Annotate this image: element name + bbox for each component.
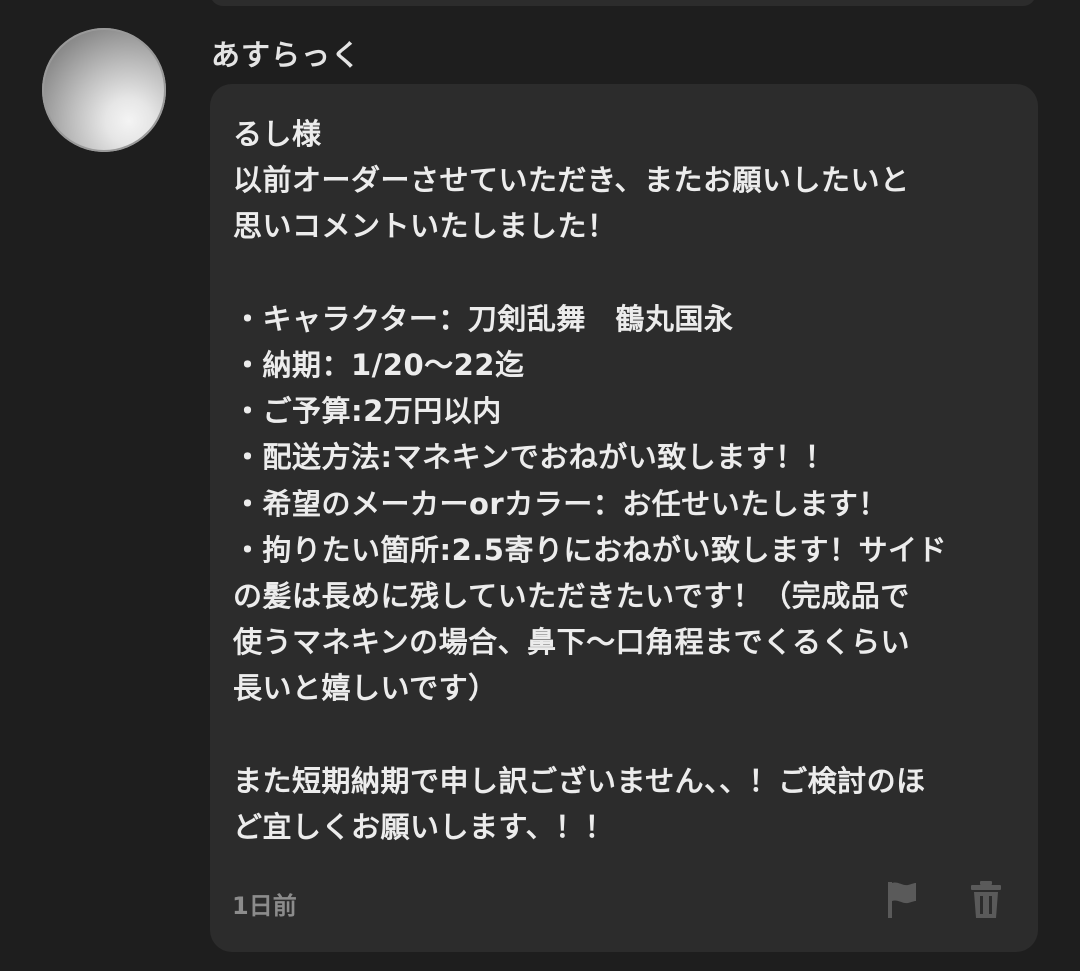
avatar[interactable] xyxy=(42,28,166,152)
delete-button[interactable] xyxy=(968,880,1004,920)
comment-timestamp: 1日前 xyxy=(232,892,297,920)
comment-page: あすらっく るし様 以前オーダーさせていただき、またお願いしたいと 思いコメント… xyxy=(0,0,1080,971)
trash-icon xyxy=(971,881,1001,918)
previous-comment-bubble xyxy=(210,0,1036,6)
comment-bubble: るし様 以前オーダーさせていただき、またお願いしたいと 思いコメントいたしました… xyxy=(210,84,1038,952)
flag-icon xyxy=(888,882,916,918)
comment-author[interactable]: あすらっく xyxy=(211,32,361,74)
comment-message: るし様 以前オーダーさせていただき、またお願いしたいと 思いコメントいたしました… xyxy=(233,117,947,845)
report-button[interactable] xyxy=(884,880,920,920)
